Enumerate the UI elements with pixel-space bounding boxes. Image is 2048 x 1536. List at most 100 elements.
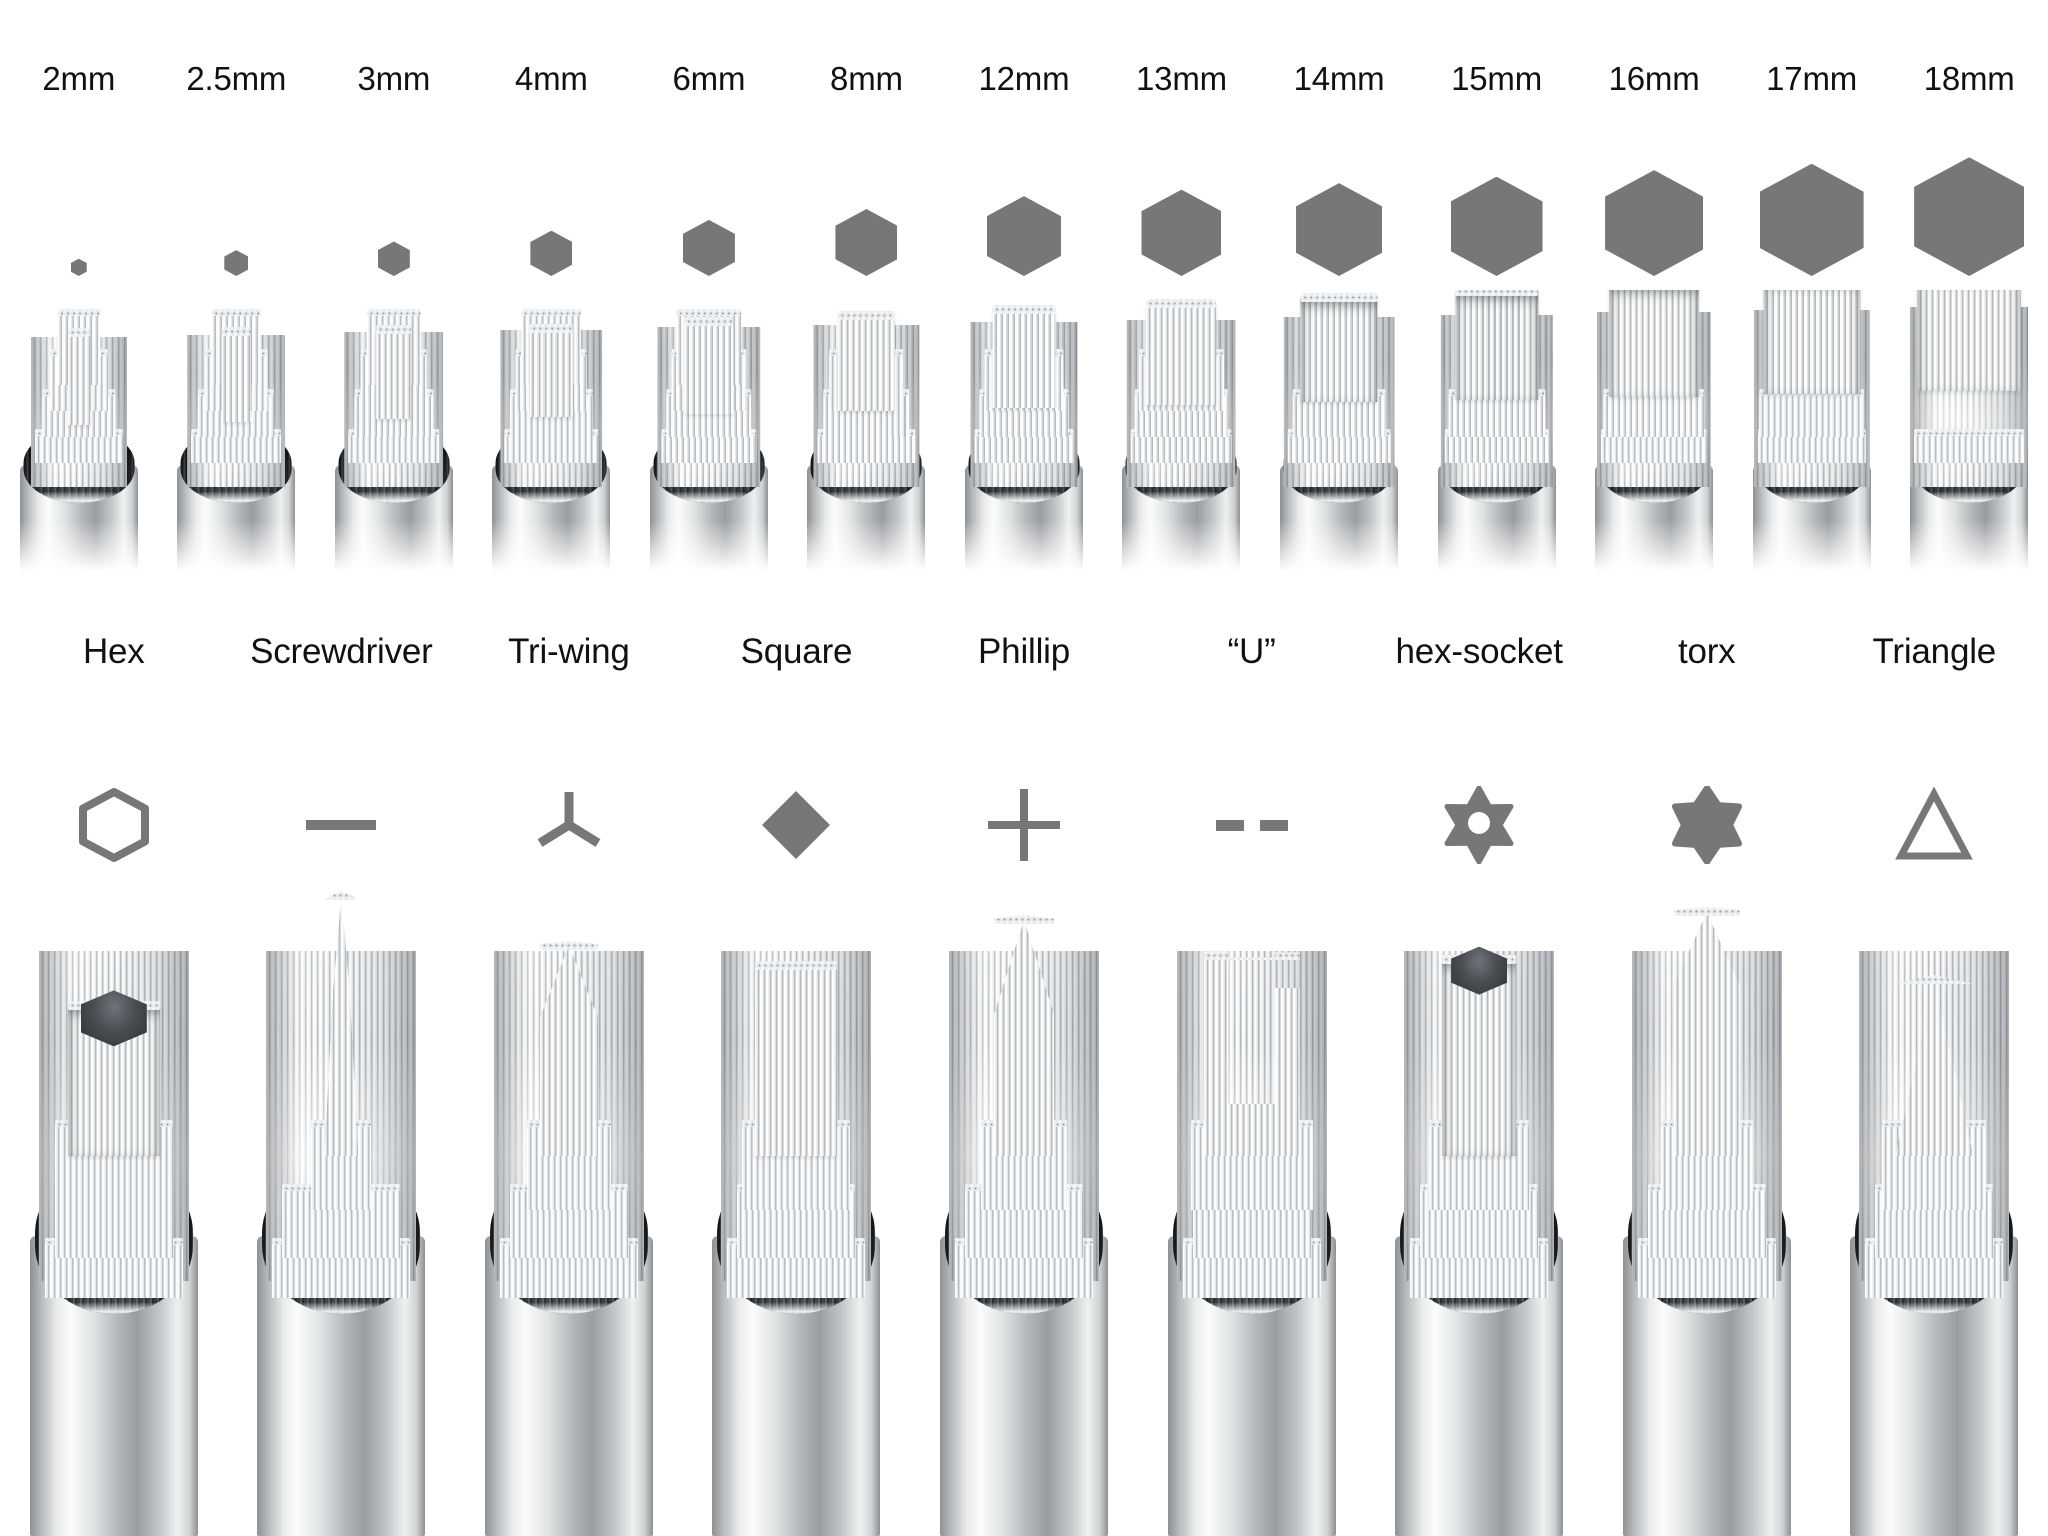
tool-render-tool-square [683, 860, 911, 1536]
driver-type-label-row: Hex Screwdriver Tri-wing Square Phillip “U” he… [0, 632, 2048, 672]
pin-tier-1 [348, 433, 440, 463]
pin-tier-top-4 [366, 309, 421, 316]
size-label-8mm: 8mm [830, 60, 903, 97]
size-label-14mm: 14mm [1293, 60, 1385, 97]
profile-block [67, 333, 90, 425]
profile-block [1763, 290, 1861, 394]
size-label-2mm: 2mm [42, 60, 116, 97]
profile-top-face [221, 326, 251, 336]
driver-type-label-hex-socket: hex-socket [1395, 632, 1563, 671]
driver-icon-cell [1593, 780, 1821, 870]
hexagon-icon-4mm [530, 230, 573, 276]
pin-tier-1 [661, 433, 757, 463]
driver-type-label-Phillip: Phillip [978, 632, 1071, 671]
hexagon-outline-icon [75, 786, 153, 864]
hexagon-cell-6mm [630, 168, 788, 276]
tool-render-tool-phillip [910, 860, 1138, 1536]
pin-tier-top-4 [57, 309, 101, 316]
pin-tier-top-1 [1914, 429, 2025, 436]
profile-block [838, 316, 895, 411]
diamond-icon [757, 786, 835, 864]
hexagon-icon-14mm [1296, 183, 1383, 276]
hexagon-icon-2.5mm [224, 250, 249, 276]
hexagon-icon-15mm [1450, 176, 1543, 276]
profile-block [1454, 291, 1539, 400]
hex-socket-star-icon [1440, 786, 1518, 864]
driver-type-label-U: “U” [1227, 632, 1276, 671]
hexagon-icon-3mm [377, 241, 410, 276]
driver-icon-cell [910, 780, 1138, 870]
profile-block [1917, 290, 2022, 391]
pin-tier-1 [34, 433, 123, 463]
profile-block [755, 966, 838, 1156]
tool-render-hex-16mm [1575, 290, 1733, 575]
tool-render-tool-u [1138, 860, 1366, 1536]
profile-block [221, 331, 251, 423]
tool-render-hex-13mm [1103, 290, 1261, 575]
hexagon-cell-15mm [1418, 168, 1576, 276]
profile-top-face [530, 323, 573, 333]
tool-render-hex-6mm [630, 290, 788, 575]
size-label-15mm: 15mm [1451, 60, 1542, 97]
size-label-16mm: 16mm [1608, 60, 1700, 97]
profile-top-face [324, 891, 359, 900]
hexagon-icon-17mm [1759, 163, 1864, 276]
driver-type-label-Triangle: Triangle [1872, 632, 1997, 671]
tool-render-hex-8mm [788, 290, 946, 575]
pin-tier-1 [1914, 433, 2025, 463]
pin-tier-2 [1448, 393, 1546, 437]
driver-icon-cell [228, 780, 456, 870]
pin-tier-1 [1444, 433, 1549, 463]
hexagon-cell-18mm [1890, 157, 2048, 276]
profile-top-face [1300, 292, 1378, 302]
profile-block [684, 322, 734, 414]
hexagon-icon-13mm [1141, 189, 1222, 276]
pin-tier-1 [191, 433, 282, 463]
flat-slot-icon [302, 786, 380, 864]
size-label-4mm: 4mm [514, 60, 588, 97]
profile-top-face [67, 328, 90, 337]
profile-block [530, 328, 573, 417]
profile-block [1608, 290, 1700, 397]
double-dash-icon [1213, 786, 1291, 864]
hexagon-cell-12mm [945, 168, 1103, 276]
pin-tier-top-4 [676, 309, 742, 316]
hexagon-cell-3mm [315, 168, 473, 276]
profile-top-face [1146, 298, 1217, 308]
hexagon-icon-6mm [682, 219, 735, 276]
tool-render-hex-15mm [1418, 290, 1576, 575]
hexagon-cell-8mm [788, 168, 946, 276]
pin-tier-1 [1757, 433, 1866, 463]
pin-tier-1 [1131, 433, 1232, 463]
pin-tier-1 [974, 433, 1074, 463]
profile-block [1673, 912, 1740, 1156]
size-label-12mm: 12mm [978, 60, 1070, 97]
driver-type-label-torx: torx [1677, 632, 1736, 671]
hexagon-cell-13mm [1103, 168, 1261, 276]
hexagon-cell-4mm [473, 168, 631, 276]
profile-top-face [684, 317, 734, 327]
driver-icon-cell [1365, 780, 1593, 870]
profile-top-face [539, 941, 598, 950]
driver-type-label-Screwdriver: Screwdriver [250, 632, 433, 671]
tool-render-hex-2mm [0, 290, 158, 575]
hexagon-icon-18mm [1914, 157, 2025, 276]
tool-render-hex-4mm [473, 290, 631, 575]
size-label-18mm: 18mm [1923, 60, 2015, 97]
pin-tier-1 [817, 433, 915, 463]
hexagon-icon-16mm [1605, 170, 1704, 276]
tool-render-tool-tri-wing [455, 860, 683, 1536]
tri-wing-icon [530, 786, 608, 864]
tool-render-hex-12mm [945, 290, 1103, 575]
triangle-outline-icon [1895, 786, 1974, 864]
pin-tier-top-4 [212, 309, 261, 316]
profile-top-face [1673, 907, 1740, 916]
pin-tier-1 [1600, 433, 1708, 463]
tool-render-hex-14mm [1260, 290, 1418, 575]
size-label-2.5mm: 2.5mm [186, 60, 287, 97]
profile-block [1146, 303, 1217, 406]
hexagon-icon-12mm [986, 196, 1061, 276]
tool-render-hex-2.5mm [158, 290, 316, 575]
hexagon-cell-2.5mm [158, 168, 316, 276]
profile-block [376, 330, 412, 420]
